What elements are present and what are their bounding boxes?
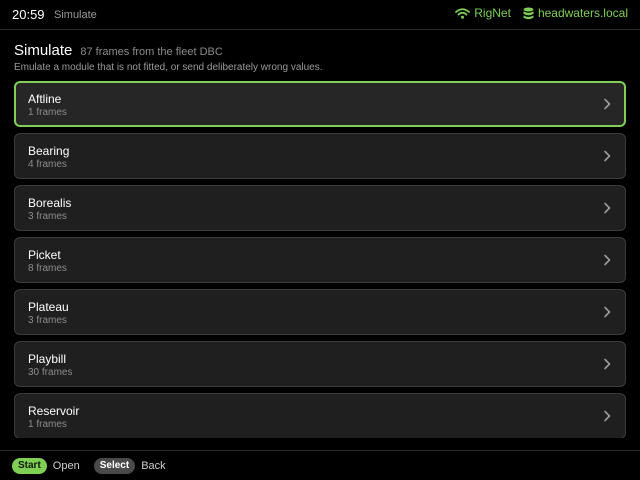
module-frame-count: 3 frames [28,315,67,326]
chevron-right-icon [604,306,611,318]
chevron-right-icon [604,202,611,214]
module-item-aftline[interactable]: Aftline 1 frames [14,81,626,127]
start-hint: Open [52,459,80,472]
module-frame-count: 4 frames [28,159,67,170]
page-description: Emulate a module that is not fitted, or … [14,62,323,73]
select-button[interactable]: Select [93,457,136,474]
page-heading: Simulate 87 frames from the fleet DBC [14,42,223,59]
chevron-right-icon [604,150,611,162]
module-frame-count: 8 frames [28,263,67,274]
button-hint-bar: Start Open Select Back [0,450,640,480]
module-item-picket[interactable]: Picket 8 frames [14,237,626,283]
module-frame-count: 30 frames [28,367,73,378]
module-item-playbill[interactable]: Playbill 30 frames [14,341,626,387]
host-label: headwaters.local [537,6,628,20]
module-name: Bearing [28,144,70,158]
module-name: Picket [28,248,61,262]
select-hint: Back [141,459,166,472]
chevron-right-icon [604,358,611,370]
clock: 20:59 [12,7,45,22]
page-title: Simulate [14,42,73,59]
module-frame-count: 3 frames [28,211,67,222]
page-subtitle: 87 frames from the fleet DBC [80,46,223,58]
module-frame-count: 1 frames [28,419,67,430]
status-area: RigNet headwaters.local [455,6,628,20]
network-status: RigNet [455,6,511,20]
module-item-bearing[interactable]: Bearing 4 frames [14,133,626,179]
module-item-borealis[interactable]: Borealis 3 frames [14,185,626,231]
module-name: Plateau [28,300,69,314]
top-bar: 20:59 Simulate RigNet headwaters.local [0,0,640,30]
module-frame-count: 1 frames [28,107,67,118]
breadcrumb: Simulate [54,9,97,21]
database-icon [523,7,534,19]
chevron-right-icon [604,254,611,266]
chevron-right-icon [604,410,611,422]
network-label: RigNet [474,6,511,20]
module-name: Playbill [28,352,67,366]
host-status: headwaters.local [523,6,628,20]
module-list: Aftline 1 frames Bearing 4 frames Boreal… [14,81,626,438]
module-name: Reservoir [28,404,80,418]
start-button[interactable]: Start [12,457,47,474]
wifi-icon [455,7,471,19]
module-name: Borealis [28,196,72,210]
module-item-reservoir[interactable]: Reservoir 1 frames [14,393,626,438]
chevron-right-icon [604,98,611,110]
module-name: Aftline [28,92,62,106]
module-item-plateau[interactable]: Plateau 3 frames [14,289,626,335]
